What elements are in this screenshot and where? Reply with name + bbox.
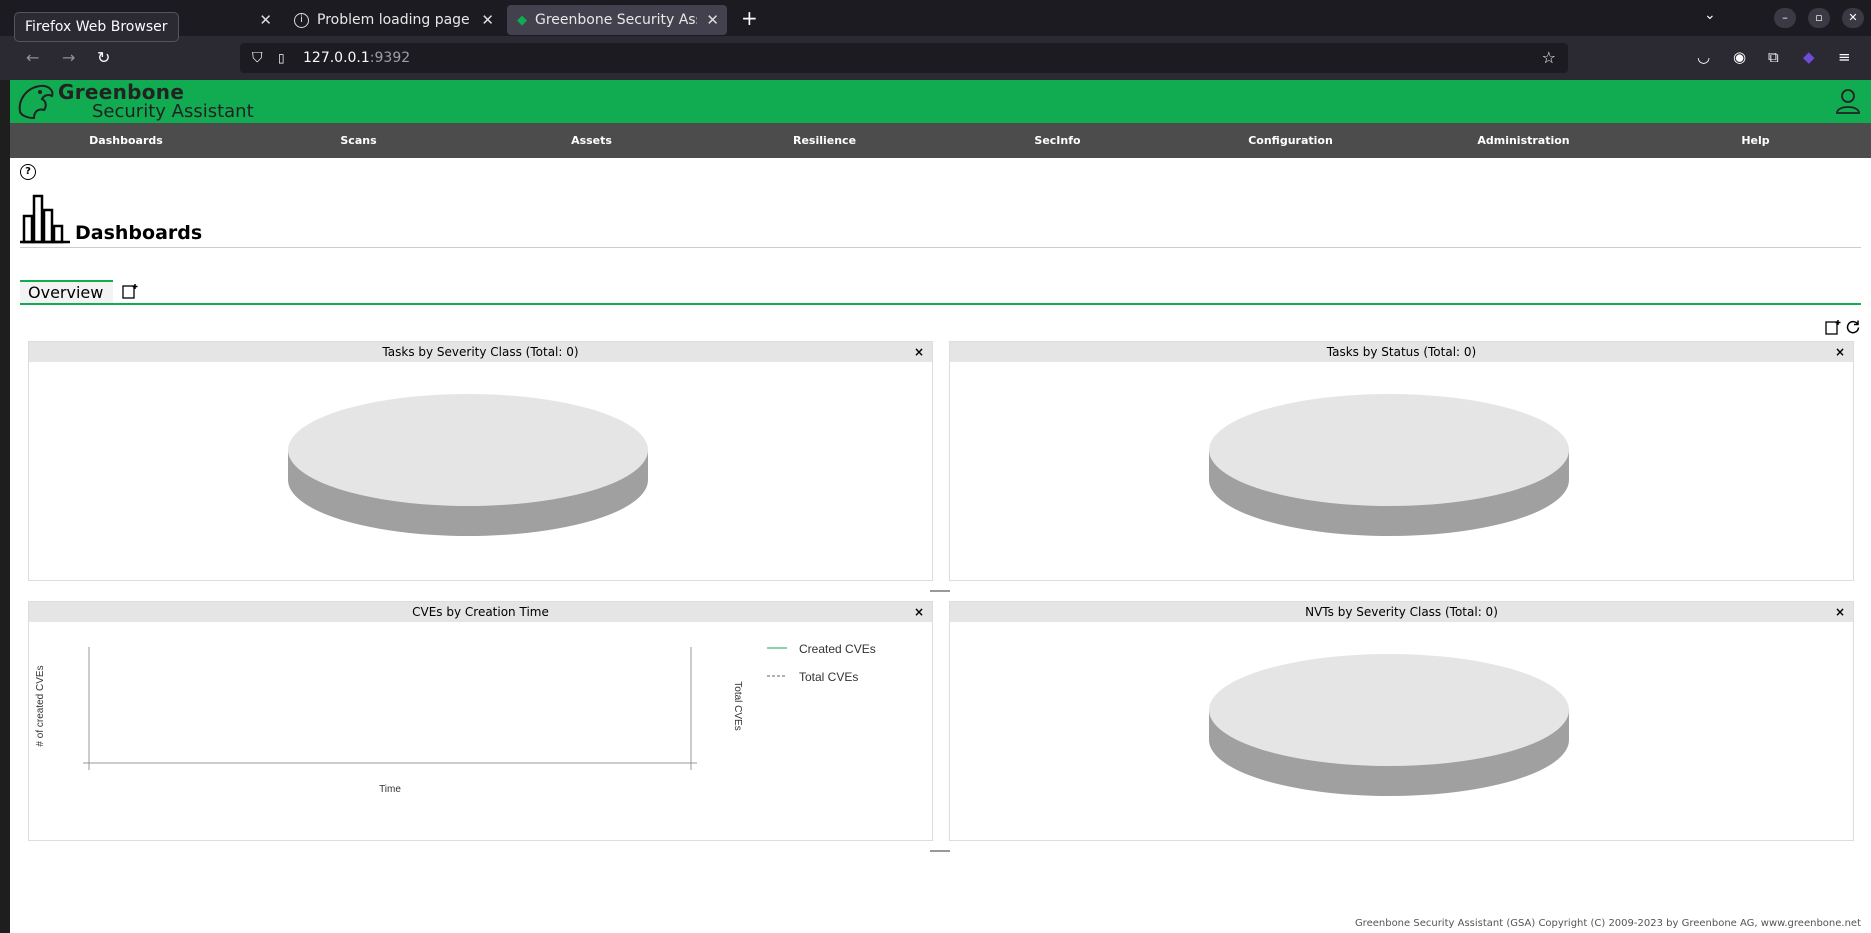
panel-title: Tasks by Severity Class (Total: 0): [382, 345, 579, 359]
panel-tasks-by-status: Tasks by Status (Total: 0) ×: [949, 341, 1854, 581]
tab-title: Greenbone Security Assis: [535, 12, 697, 28]
pie-chart-nvts-by-severity: [1209, 654, 1569, 796]
page-title: Dashboards: [75, 222, 203, 244]
row-resize-handle[interactable]: [930, 850, 950, 852]
panel-header[interactable]: NVTs by Severity Class (Total: 0) ×: [950, 602, 1853, 622]
pie-empty-slice: [288, 394, 648, 506]
url-port: :9392: [369, 50, 411, 66]
dashboard-chart-icon: [20, 194, 70, 244]
shield-icon: ⛉: [252, 50, 263, 66]
close-panel-icon[interactable]: ×: [914, 602, 924, 622]
menu-administration[interactable]: Administration: [1407, 123, 1640, 158]
close-window-button[interactable]: ✕: [1842, 8, 1864, 28]
pie-chart-tasks-by-severity: [288, 394, 648, 536]
menu-secinfo[interactable]: SecInfo: [941, 123, 1174, 158]
title-divider: [20, 247, 1861, 248]
panel-nvts-by-severity: NVTs by Severity Class (Total: 0) ×: [949, 601, 1854, 841]
tab-overview[interactable]: Overview: [20, 280, 113, 305]
panel-header[interactable]: Tasks by Severity Class (Total: 0) ×: [29, 342, 932, 362]
tab-title: Problem loading page: [317, 12, 470, 28]
close-tab-icon[interactable]: ✕: [259, 11, 272, 29]
menu-configuration[interactable]: Configuration: [1174, 123, 1407, 158]
menu-dashboards[interactable]: Dashboards: [10, 123, 242, 158]
forward-icon[interactable]: →: [62, 48, 75, 67]
legend-total-cves: Total CVEs: [799, 670, 858, 684]
panel-header[interactable]: CVEs by Creation Time ×: [29, 602, 932, 622]
url-bar[interactable]: ⛉ ▯ 127.0.0.1:9392 ☆: [240, 43, 1568, 73]
menu-assets[interactable]: Assets: [475, 123, 708, 158]
pocket-icon[interactable]: ◡: [1697, 48, 1710, 66]
minimize-window-button[interactable]: –: [1774, 8, 1796, 28]
new-dashboard-icon[interactable]: [122, 283, 138, 299]
account-icon[interactable]: ◉: [1733, 48, 1746, 66]
reset-dashboard-icon[interactable]: [1846, 320, 1860, 334]
tooltip: Firefox Web Browser: [14, 12, 179, 42]
close-panel-icon[interactable]: ×: [1835, 342, 1845, 362]
close-tab-icon[interactable]: ✕: [706, 11, 719, 29]
row-resize-handle[interactable]: [930, 590, 950, 592]
greenbone-logo-icon: [18, 84, 54, 120]
restore-window-button[interactable]: ▫: [1808, 8, 1830, 28]
info-icon: i: [294, 12, 309, 28]
main-menu: Dashboards Scans Assets Resilience SecIn…: [10, 123, 1871, 158]
tab-underline: [20, 303, 1861, 305]
url-host: 127.0.0.1: [303, 50, 370, 66]
close-tab-icon[interactable]: ✕: [481, 11, 494, 29]
gsa-header: Greenbone Security Assistant: [10, 80, 1871, 123]
x-axis-label: Time: [379, 784, 401, 795]
new-tab-button[interactable]: +: [741, 6, 758, 30]
pie-chart-tasks-by-status: [1209, 394, 1569, 536]
browser-tab-bar: ✕ i Problem loading page ✕ ◆ Greenbone S…: [0, 0, 1871, 36]
line-chart-cves: # of created CVEs Total CVEs Time Create…: [35, 642, 876, 795]
add-dashboard-display-icon[interactable]: [1825, 319, 1841, 335]
reload-icon[interactable]: ↻: [97, 48, 110, 67]
panel-title: NVTs by Severity Class (Total: 0): [1305, 605, 1498, 619]
menu-help[interactable]: Help: [1640, 123, 1871, 158]
greenbone-favicon-icon: ◆: [517, 12, 527, 28]
bookmark-star-icon[interactable]: ☆: [1542, 43, 1556, 73]
browser-tab-2[interactable]: i Problem loading page ✕: [284, 5, 502, 35]
menu-resilience[interactable]: Resilience: [708, 123, 941, 158]
extension-purple-icon[interactable]: ◆: [1803, 48, 1815, 66]
extensions-icon[interactable]: ⧉: [1768, 48, 1779, 66]
back-icon[interactable]: ←: [26, 48, 39, 67]
panel-cves-by-creation-time: CVEs by Creation Time × # of created CVE…: [28, 601, 933, 841]
list-all-tabs-icon[interactable]: ⌄: [1704, 7, 1716, 23]
menu-scans[interactable]: Scans: [242, 123, 475, 158]
user-icon[interactable]: [1835, 88, 1861, 114]
close-panel-icon[interactable]: ×: [1835, 602, 1845, 622]
panel-tasks-by-severity: Tasks by Severity Class (Total: 0) ×: [28, 341, 933, 581]
pie-empty-slice: [1209, 654, 1569, 766]
legend-created-cves: Created CVEs: [799, 642, 876, 656]
page-icon: ▯: [278, 51, 285, 65]
browser-nav-bar: ← → ↻ ⛉ ▯ 127.0.0.1:9392 ☆ ◡ ◉ ⧉ ◆ ≡: [0, 36, 1871, 80]
close-panel-icon[interactable]: ×: [914, 342, 924, 362]
y2-axis-label: Total CVEs: [732, 681, 743, 730]
browser-tab-3[interactable]: ◆ Greenbone Security Assis ✕: [507, 5, 727, 35]
panel-header[interactable]: Tasks by Status (Total: 0) ×: [950, 342, 1853, 362]
panel-title: CVEs by Creation Time: [412, 605, 549, 619]
app-menu-icon[interactable]: ≡: [1838, 48, 1851, 66]
window-left-edge: [0, 80, 10, 933]
help-icon[interactable]: ?: [20, 164, 36, 180]
panel-title: Tasks by Status (Total: 0): [1326, 345, 1477, 359]
logo-text-security-assistant: Security Assistant: [92, 101, 254, 122]
footer-copyright: Greenbone Security Assistant (GSA) Copyr…: [1354, 918, 1861, 929]
pie-empty-slice: [1209, 394, 1569, 506]
y-axis-label: # of created CVEs: [35, 665, 46, 746]
